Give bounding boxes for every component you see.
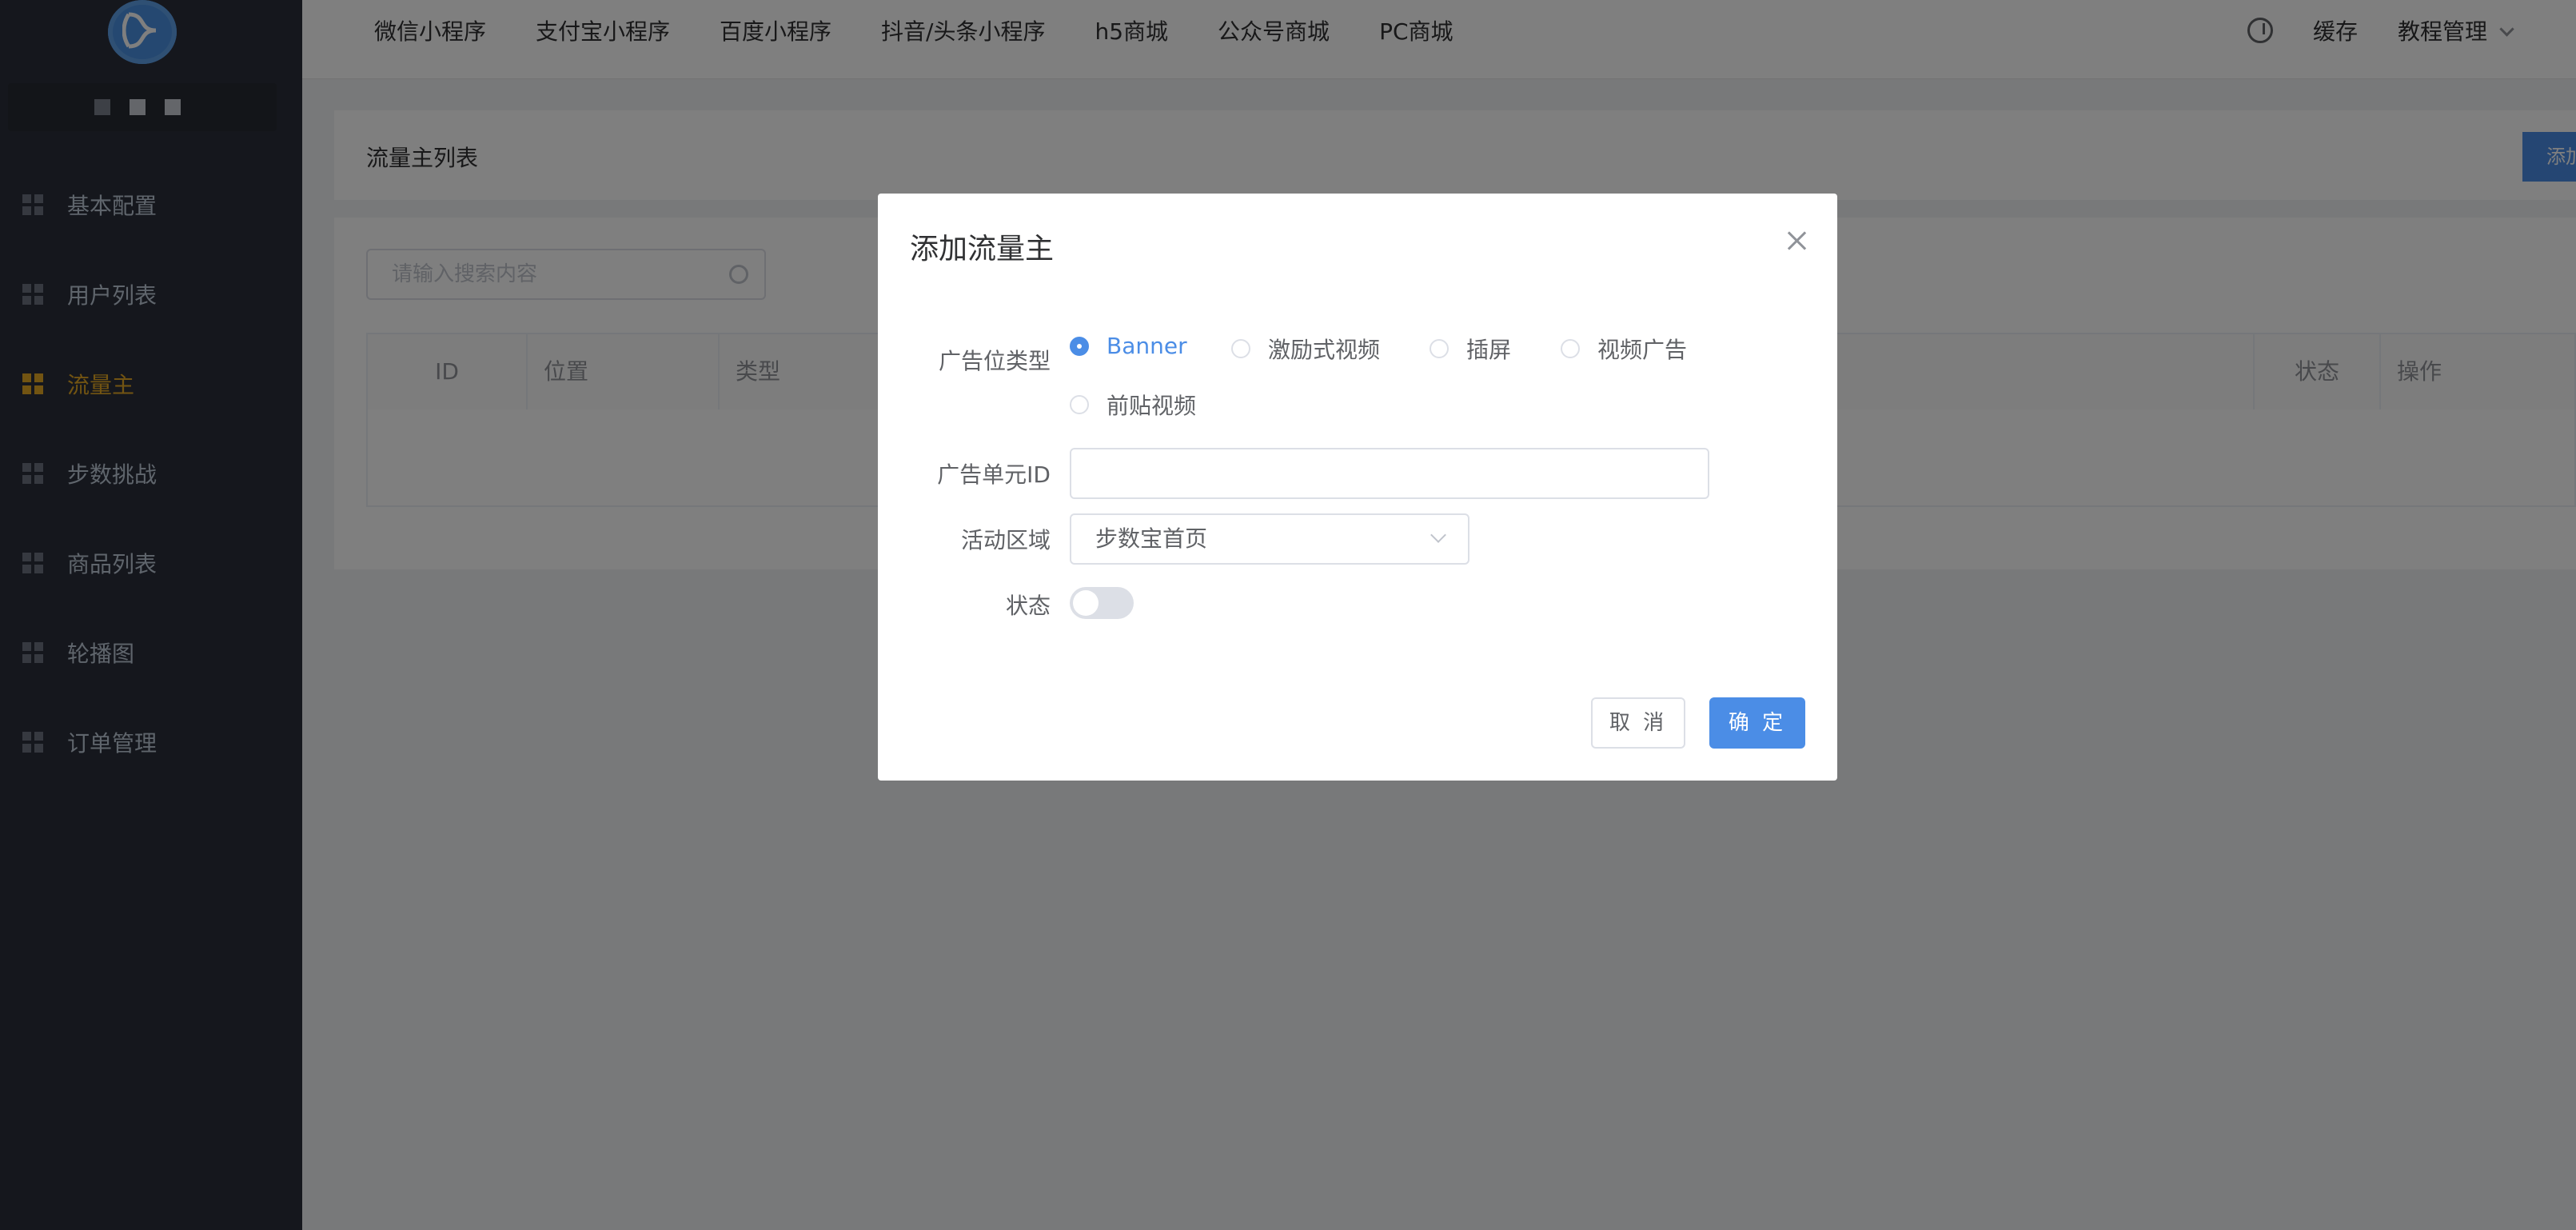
cancel-button[interactable]: 取 消 [1591,697,1685,749]
radio-dot [1231,339,1250,358]
toggle-knob [1073,590,1099,616]
radio-banner[interactable]: Banner [1070,333,1187,359]
region-label: 活动区域 [960,527,1051,553]
radio-video-ad[interactable]: 视频广告 [1561,333,1687,365]
region-select-value: 步数宝首页 [1095,525,1208,552]
radio-preroll-video[interactable]: 前贴视频 [1070,389,1196,421]
radio-rewarded-video[interactable]: 激励式视频 [1231,333,1380,365]
ad-type-label: 广告位类型 [938,348,1051,374]
radio-dot [1561,339,1580,358]
ad-unit-id-input[interactable] [1070,448,1709,499]
region-select[interactable]: 步数宝首页 [1070,513,1469,565]
status-label: 状态 [1005,593,1051,619]
add-traffic-owner-dialog: 添加流量主 广告位类型 Banner 激励式视频 插屏 视频广告 前贴视频 广告… [878,194,1837,781]
chevron-down-icon [1430,527,1446,543]
status-toggle[interactable] [1070,587,1134,619]
radio-label: 激励式视频 [1268,337,1381,363]
radio-dot [1430,339,1449,358]
radio-label: Banner [1107,333,1187,359]
ad-unit-id-label: 广告单元ID [937,461,1051,488]
radio-dot [1070,336,1089,356]
close-icon[interactable] [1783,227,1812,256]
dialog-title: 添加流量主 [910,233,1055,266]
radio-label: 前贴视频 [1107,393,1197,419]
confirm-button[interactable]: 确 定 [1709,697,1805,749]
radio-dot [1070,395,1089,414]
radio-label: 插屏 [1466,337,1512,363]
radio-label: 视频广告 [1597,337,1688,363]
radio-interstitial[interactable]: 插屏 [1430,333,1511,365]
